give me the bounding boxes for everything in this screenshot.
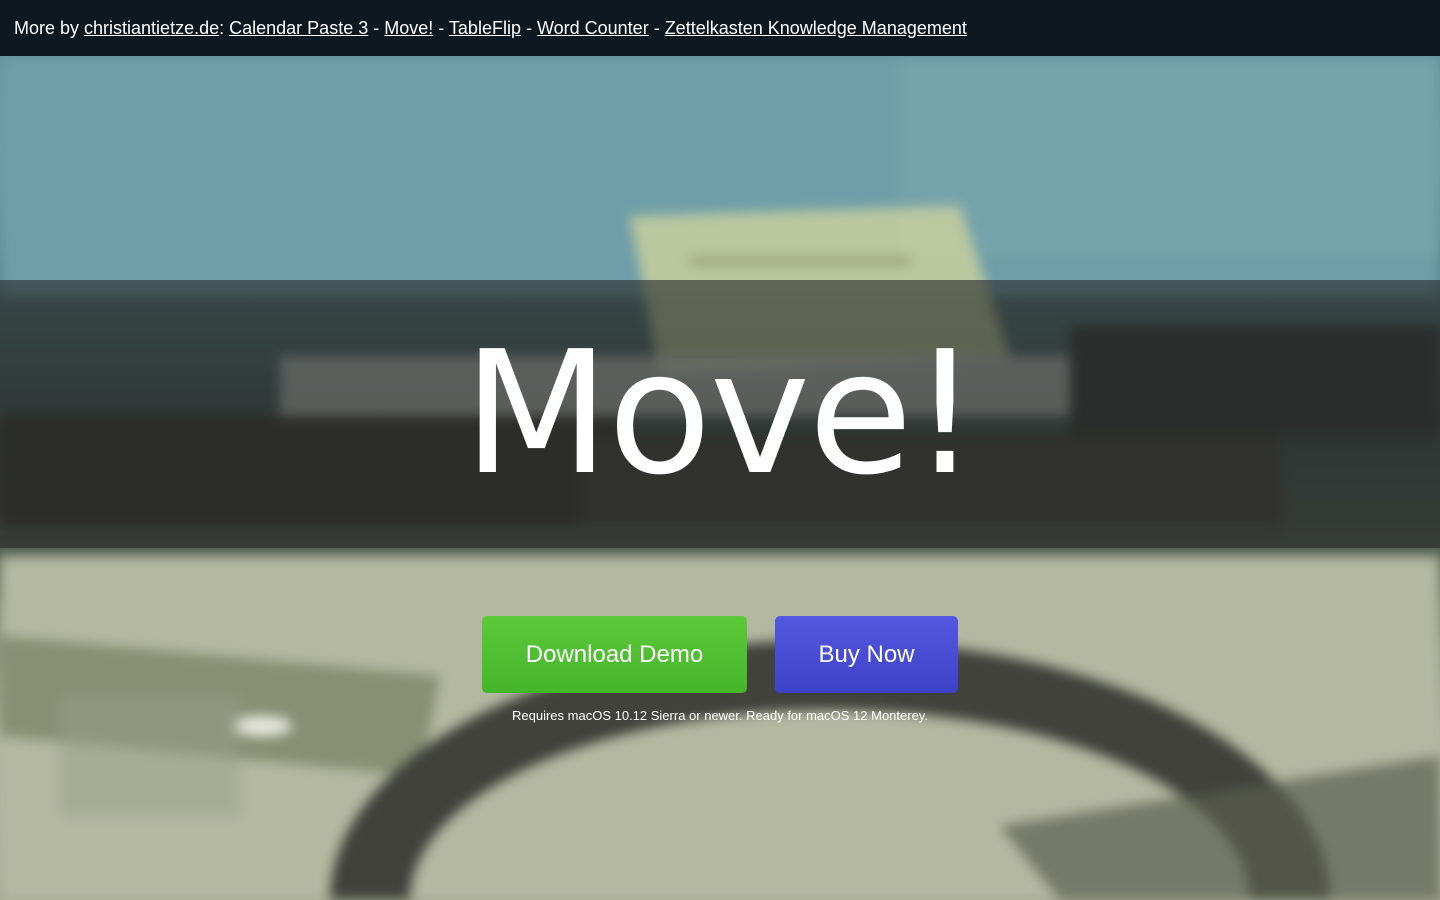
calendar-paste-link[interactable]: Calendar Paste 3 (229, 18, 368, 38)
dash-separator: - (648, 18, 665, 38)
word-counter-link[interactable]: Word Counter (537, 18, 649, 38)
zettelkasten-link[interactable]: Zettelkasten Knowledge Management (665, 18, 967, 38)
hero-section: Move! Download Demo Buy Now Requires mac… (0, 56, 1440, 900)
christiantietze-link[interactable]: christiantietze.de (84, 18, 219, 38)
move-link[interactable]: Move! (384, 18, 433, 38)
system-requirements-text: Requires macOS 10.12 Sierra or newer. Re… (512, 708, 928, 723)
buy-now-button[interactable]: Buy Now (775, 616, 958, 693)
colon-separator: : (219, 18, 230, 38)
more-by-label: More by (14, 18, 85, 38)
dash-separator: - (368, 18, 385, 38)
tableflip-link[interactable]: TableFlip (449, 18, 521, 38)
app-title: Move! (462, 315, 979, 513)
dash-separator: - (433, 18, 449, 38)
download-demo-button[interactable]: Download Demo (482, 616, 747, 693)
top-navigation-bar: More by christiantietze.de: Calendar Pas… (0, 0, 1440, 56)
dash-separator: - (520, 18, 537, 38)
